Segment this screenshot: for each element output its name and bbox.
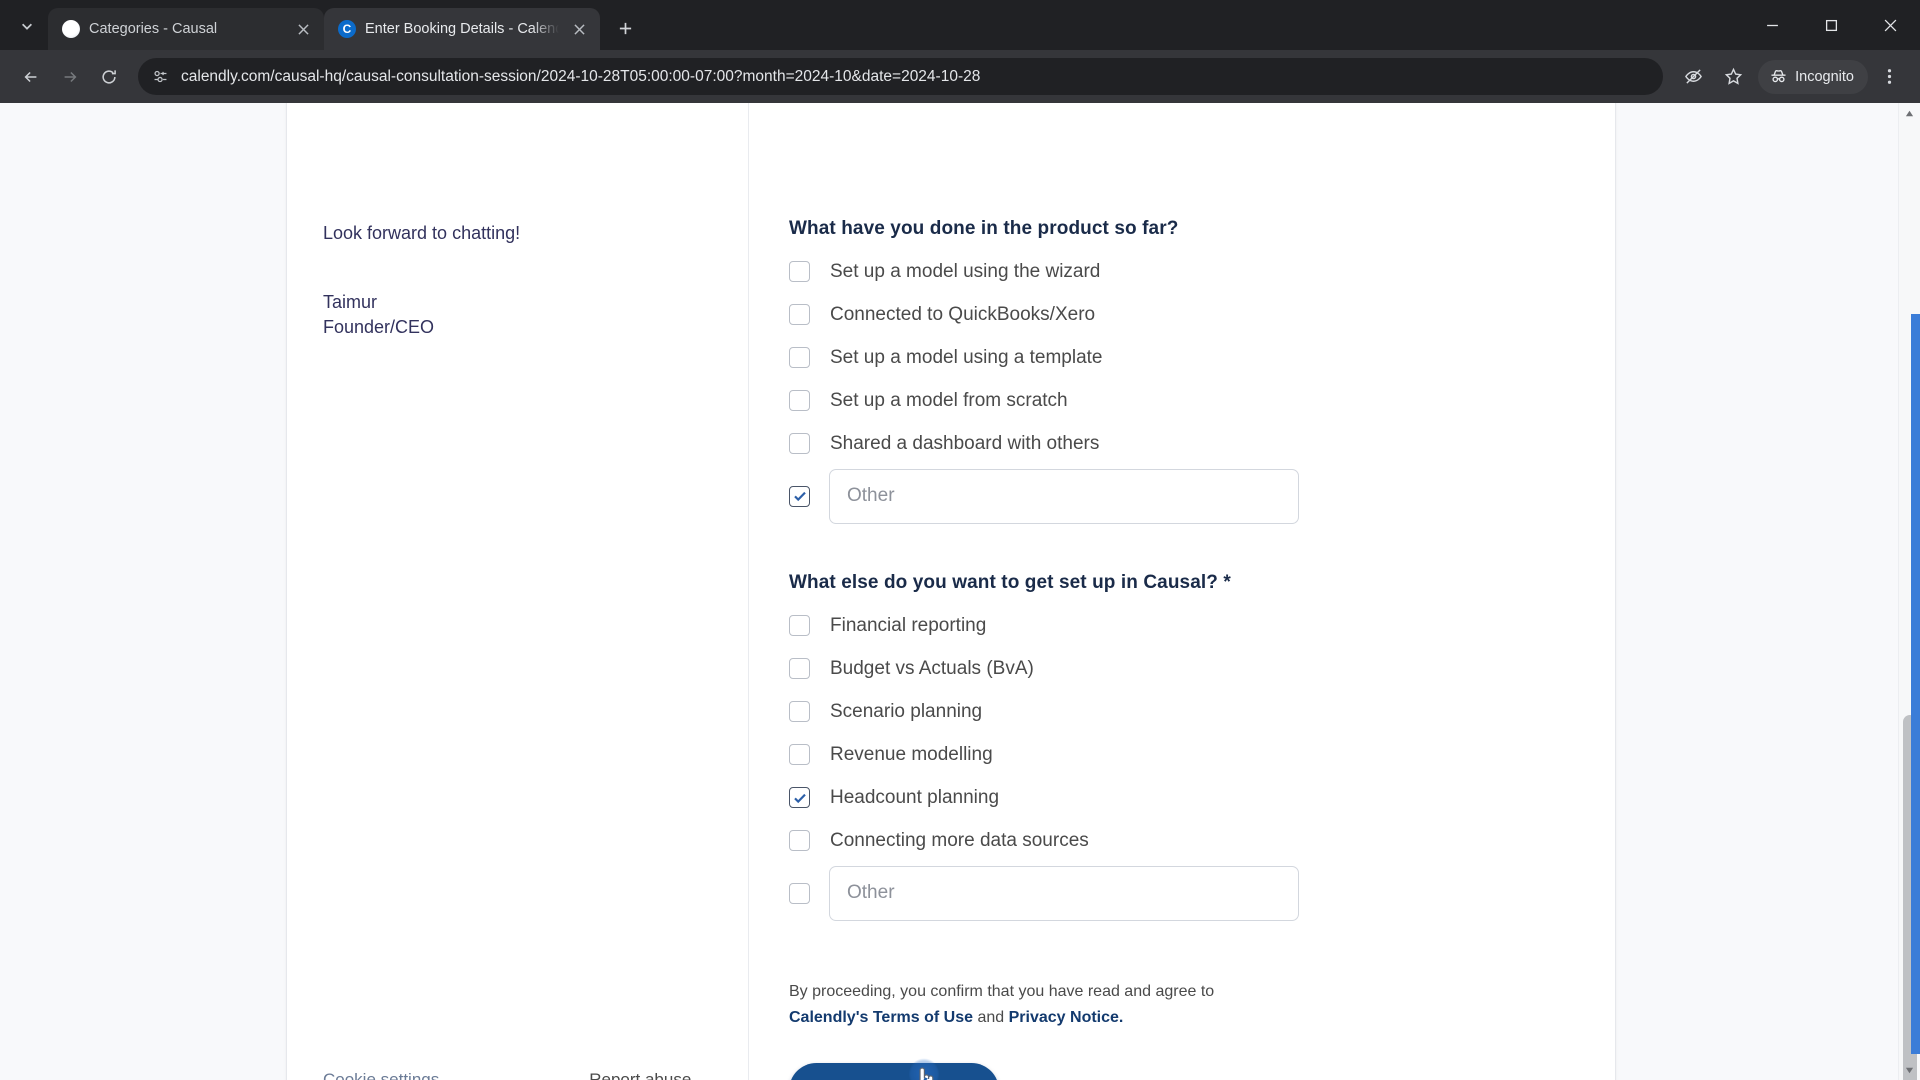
checkbox-option-budget-vs-actuals[interactable]: Budget vs Actuals (BvA) — [789, 647, 1575, 690]
scroll-down-arrow-icon[interactable] — [1899, 1060, 1920, 1080]
checkbox-box[interactable] — [789, 485, 810, 507]
checkbox-box[interactable] — [789, 830, 810, 851]
event-details-panel: Look forward to chatting! Taimur Founder… — [287, 103, 749, 1080]
checkbox-box[interactable] — [789, 744, 810, 765]
close-tab-icon[interactable] — [292, 18, 314, 40]
window-controls — [1743, 0, 1920, 50]
required-marker: * — [1223, 572, 1231, 593]
checkbox-option-template[interactable]: Set up a model using a template — [789, 336, 1575, 379]
booking-form: What have you done in the product so far… — [789, 103, 1575, 1080]
checkbox-label: Scenario planning — [830, 700, 983, 722]
checkbox-label: Connecting more data sources — [830, 829, 1089, 851]
checkbox-option-financial-reporting[interactable]: Financial reporting — [789, 604, 1575, 647]
incognito-label: Incognito — [1795, 68, 1854, 85]
checkbox-label: Set up a model using the wizard — [830, 260, 1101, 282]
minimize-button[interactable] — [1743, 0, 1802, 50]
calendly-favicon: C — [338, 20, 356, 38]
checkbox-option-wizard[interactable]: Set up a model using the wizard — [789, 250, 1575, 293]
tab-search-icon[interactable] — [10, 9, 44, 43]
question-title: What have you done in the product so far… — [789, 218, 1179, 239]
incognito-indicator[interactable]: Incognito — [1758, 59, 1868, 94]
report-abuse-link[interactable]: Report abuse — [589, 1070, 691, 1080]
checkbox-label: Set up a model from scratch — [830, 389, 1068, 411]
checkbox-box[interactable] — [789, 261, 810, 282]
checkbox-option-connecting-data-sources[interactable]: Connecting more data sources — [789, 819, 1575, 862]
new-tab-button[interactable] — [608, 11, 642, 45]
browser-window: Categories - Causal C Enter Booking Deta… — [0, 0, 1920, 1080]
checkbox-box[interactable] — [789, 882, 810, 904]
close-tab-icon[interactable] — [568, 18, 590, 40]
booking-card: Look forward to chatting! Taimur Founder… — [286, 103, 1616, 1080]
site-information-icon[interactable] — [152, 68, 170, 85]
browser-tab-booking-details[interactable]: C Enter Booking Details - Calendly — [324, 8, 600, 50]
incognito-icon — [1771, 70, 1786, 83]
chrome-menu-icon[interactable] — [1870, 58, 1908, 96]
checkbox-label: Shared a dashboard with others — [830, 432, 1100, 454]
checkbox-box[interactable] — [789, 701, 810, 722]
privacy-notice-link[interactable]: Privacy Notice. — [1009, 1009, 1124, 1026]
schedule-event-button[interactable]: Schedule Event — [789, 1062, 1000, 1080]
cookie-settings-link[interactable]: Cookie settings — [323, 1070, 439, 1080]
address-bar[interactable]: calendly.com/causal-hq/causal-consultati… — [138, 58, 1664, 95]
checkbox-label: Financial reporting — [830, 614, 987, 636]
checkbox-option-quickbooks-xero[interactable]: Connected to QuickBooks/Xero — [789, 293, 1575, 336]
legal-disclaimer: By proceeding, you confirm that you have… — [789, 979, 1309, 1031]
page-footer-links: Cookie settings Report abuse — [323, 1070, 712, 1080]
url-text: calendly.com/causal-hq/causal-consultati… — [181, 67, 981, 85]
checkbox-option-other-q2[interactable] — [789, 862, 1575, 924]
checkbox-label: Budget vs Actuals (BvA) — [830, 657, 1034, 679]
tab-title: Categories - Causal — [89, 21, 218, 37]
browser-tab-categories[interactable]: Categories - Causal — [48, 8, 324, 50]
booking-form-panel: What have you done in the product so far… — [749, 103, 1615, 1080]
checkbox-box[interactable] — [789, 615, 810, 636]
back-button[interactable] — [12, 58, 49, 95]
checkbox-option-scenario-planning[interactable]: Scenario planning — [789, 690, 1575, 733]
closing-line: Look forward to chatting! — [323, 223, 521, 243]
other-text-input[interactable] — [829, 468, 1299, 524]
checkbox-box[interactable] — [789, 658, 810, 679]
page-viewport: Look forward to chatting! Taimur Founder… — [0, 103, 1920, 1080]
event-description: Look forward to chatting! Taimur Founder… — [323, 103, 712, 341]
browser-toolbar: calendly.com/causal-hq/causal-consultati… — [0, 50, 1920, 103]
checkbox-box[interactable] — [789, 787, 810, 808]
checkbox-option-other-q1[interactable] — [789, 465, 1575, 527]
legal-conjunction: and — [977, 1008, 1005, 1026]
checkbox-option-revenue-modelling[interactable]: Revenue modelling — [789, 733, 1575, 776]
checkbox-label: Revenue modelling — [830, 743, 993, 765]
maximize-button[interactable] — [1802, 0, 1861, 50]
causal-favicon — [62, 20, 80, 38]
tab-title: Enter Booking Details - Calendly — [365, 21, 559, 37]
checkbox-box[interactable] — [789, 433, 810, 454]
terms-of-use-link[interactable]: Calendly's Terms of Use — [789, 1009, 973, 1026]
scroll-position-highlight — [1911, 314, 1920, 1054]
tab-strip: Categories - Causal C Enter Booking Deta… — [0, 0, 1920, 50]
checkbox-option-headcount-planning[interactable]: Headcount planning — [789, 776, 1575, 819]
forward-button[interactable] — [51, 58, 88, 95]
other-text-input[interactable] — [829, 865, 1299, 921]
reload-button[interactable] — [90, 58, 127, 95]
signature-title: Founder/CEO — [323, 317, 435, 338]
calendly-booking-page: Look forward to chatting! Taimur Founder… — [0, 103, 1898, 1080]
view-site-information-icon[interactable] — [1674, 58, 1712, 96]
bookmark-star-icon[interactable] — [1714, 58, 1752, 96]
scroll-up-arrow-icon[interactable] — [1899, 103, 1920, 123]
question-setup-goals: What else do you want to get set up in C… — [789, 572, 1575, 924]
checkbox-box[interactable] — [789, 390, 810, 411]
checkbox-option-shared-dashboard[interactable]: Shared a dashboard with others — [789, 422, 1575, 465]
checkbox-label: Headcount planning — [830, 786, 1000, 808]
close-window-button[interactable] — [1861, 0, 1920, 50]
checkbox-label: Set up a model using a template — [830, 346, 1103, 368]
checkbox-box[interactable] — [789, 347, 810, 368]
checkbox-box[interactable] — [789, 304, 810, 325]
signature-name: Taimur — [323, 291, 378, 312]
question-title: What else do you want to get set up in C… — [789, 572, 1231, 593]
signature-block: Taimur Founder/CEO — [323, 290, 712, 341]
question-product-usage: What have you done in the product so far… — [789, 218, 1575, 527]
checkbox-label: Connected to QuickBooks/Xero — [830, 303, 1096, 325]
legal-intro: By proceeding, you confirm that you have… — [789, 983, 1215, 1000]
checkbox-option-from-scratch[interactable]: Set up a model from scratch — [789, 379, 1575, 422]
